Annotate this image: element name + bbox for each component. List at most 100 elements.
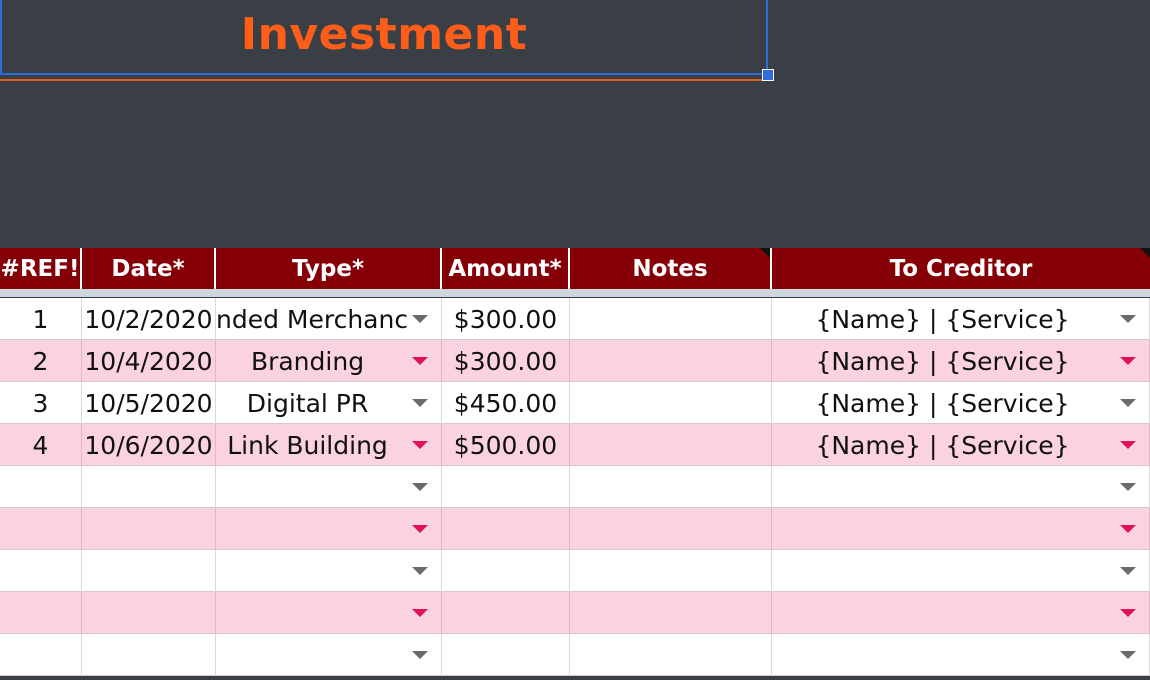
cell-num[interactable]: 4 bbox=[0, 424, 82, 466]
cell-amount[interactable]: $500.00 bbox=[442, 424, 570, 466]
cell-creditor[interactable] bbox=[772, 508, 1150, 550]
cell-creditor[interactable] bbox=[772, 592, 1150, 634]
cell-amount[interactable] bbox=[442, 634, 570, 676]
dropdown-arrow-icon[interactable] bbox=[1120, 525, 1136, 533]
cell-notes[interactable] bbox=[570, 382, 772, 424]
cell-date[interactable] bbox=[82, 634, 216, 676]
cell-date[interactable] bbox=[82, 466, 216, 508]
header-creditor[interactable]: To Creditor bbox=[772, 248, 1150, 289]
dropdown-arrow-icon[interactable] bbox=[412, 651, 428, 659]
cell-creditor[interactable]: {Name} | {Service} bbox=[772, 298, 1150, 340]
dropdown-arrow-icon[interactable] bbox=[1120, 609, 1136, 617]
cell-num[interactable] bbox=[0, 466, 82, 508]
cell-type[interactable]: nded Merchanc bbox=[216, 298, 442, 340]
cell-amount[interactable]: $300.00 bbox=[442, 340, 570, 382]
amount-value: $300.00 bbox=[453, 346, 558, 376]
num-value: 2 bbox=[32, 346, 49, 376]
dropdown-arrow-icon[interactable] bbox=[1120, 357, 1136, 365]
cell-creditor[interactable] bbox=[772, 550, 1150, 592]
selection-fill-handle[interactable] bbox=[762, 69, 774, 81]
type-value: Link Building bbox=[227, 430, 388, 460]
cell-amount[interactable]: $300.00 bbox=[442, 298, 570, 340]
table-row bbox=[0, 592, 1150, 634]
cell-amount[interactable] bbox=[442, 592, 570, 634]
cell-notes[interactable] bbox=[570, 508, 772, 550]
dropdown-arrow-icon[interactable] bbox=[412, 609, 428, 617]
cell-amount[interactable]: $450.00 bbox=[442, 382, 570, 424]
cell-num[interactable]: 3 bbox=[0, 382, 82, 424]
dropdown-arrow-icon[interactable] bbox=[412, 441, 428, 449]
amount-value: $450.00 bbox=[453, 388, 558, 418]
cell-notes[interactable] bbox=[570, 550, 772, 592]
header-ref[interactable]: #REF! bbox=[0, 248, 82, 289]
cell-date[interactable]: 10/6/2020 bbox=[82, 424, 216, 466]
cell-type[interactable] bbox=[216, 634, 442, 676]
cell-amount[interactable] bbox=[442, 466, 570, 508]
cell-date[interactable] bbox=[82, 592, 216, 634]
dropdown-arrow-icon[interactable] bbox=[412, 525, 428, 533]
cell-notes[interactable] bbox=[570, 340, 772, 382]
cell-type[interactable] bbox=[216, 592, 442, 634]
table-row: 3 10/5/2020 Digital PR $450.00 {Name} | {Ser… bbox=[0, 382, 1150, 424]
table-row: 2 10/4/2020 Branding $300.00 {Name} | {Servi… bbox=[0, 340, 1150, 382]
header-separator bbox=[0, 289, 1150, 297]
cell-num[interactable] bbox=[0, 550, 82, 592]
dropdown-arrow-icon[interactable] bbox=[412, 567, 428, 575]
cell-type[interactable]: Branding bbox=[216, 340, 442, 382]
cell-creditor[interactable]: {Name} | {Service} bbox=[772, 382, 1150, 424]
note-indicator-icon bbox=[1140, 248, 1150, 258]
dropdown-arrow-icon[interactable] bbox=[1120, 399, 1136, 407]
cell-date[interactable] bbox=[82, 508, 216, 550]
cell-num[interactable] bbox=[0, 634, 82, 676]
cell-creditor[interactable] bbox=[772, 466, 1150, 508]
date-value: 10/4/2020 bbox=[84, 346, 213, 376]
dropdown-arrow-icon[interactable] bbox=[412, 315, 428, 323]
header-type-label: Type* bbox=[291, 255, 365, 282]
type-value: Digital PR bbox=[246, 388, 369, 418]
dropdown-arrow-icon[interactable] bbox=[412, 483, 428, 491]
cell-notes[interactable] bbox=[570, 466, 772, 508]
cell-type[interactable]: Digital PR bbox=[216, 382, 442, 424]
table-header: #REF! Date* Type* Amount* Notes To Credi… bbox=[0, 248, 1150, 289]
cell-num[interactable]: 2 bbox=[0, 340, 82, 382]
cell-num[interactable] bbox=[0, 592, 82, 634]
date-value: 10/2/2020 bbox=[84, 304, 213, 334]
header-date-label: Date* bbox=[111, 255, 185, 282]
cell-creditor[interactable]: {Name} | {Service} bbox=[772, 424, 1150, 466]
table-row bbox=[0, 466, 1150, 508]
dropdown-arrow-icon[interactable] bbox=[412, 399, 428, 407]
cell-type[interactable] bbox=[216, 550, 442, 592]
cell-creditor[interactable] bbox=[772, 634, 1150, 676]
cell-type[interactable] bbox=[216, 508, 442, 550]
cell-date[interactable] bbox=[82, 550, 216, 592]
header-notes[interactable]: Notes bbox=[570, 248, 772, 289]
cell-type[interactable]: Link Building bbox=[216, 424, 442, 466]
dropdown-arrow-icon[interactable] bbox=[412, 357, 428, 365]
sheet-title: Investment bbox=[240, 9, 528, 60]
cell-num[interactable] bbox=[0, 508, 82, 550]
dropdown-arrow-icon[interactable] bbox=[1120, 483, 1136, 491]
cell-amount[interactable] bbox=[442, 550, 570, 592]
num-value: 4 bbox=[32, 430, 49, 460]
cell-notes[interactable] bbox=[570, 424, 772, 466]
header-date[interactable]: Date* bbox=[82, 248, 216, 289]
header-type[interactable]: Type* bbox=[216, 248, 442, 289]
cell-notes[interactable] bbox=[570, 298, 772, 340]
cell-type[interactable] bbox=[216, 466, 442, 508]
cell-notes[interactable] bbox=[570, 634, 772, 676]
cell-date[interactable]: 10/4/2020 bbox=[82, 340, 216, 382]
type-value: nded Merchanc bbox=[216, 304, 409, 334]
dropdown-arrow-icon[interactable] bbox=[1120, 567, 1136, 575]
cell-date[interactable]: 10/5/2020 bbox=[82, 382, 216, 424]
cell-creditor[interactable]: {Name} | {Service} bbox=[772, 340, 1150, 382]
dropdown-arrow-icon[interactable] bbox=[1120, 315, 1136, 323]
table-row bbox=[0, 634, 1150, 676]
title-cell[interactable]: Investment bbox=[0, 0, 768, 75]
cell-num[interactable]: 1 bbox=[0, 298, 82, 340]
cell-notes[interactable] bbox=[570, 592, 772, 634]
dropdown-arrow-icon[interactable] bbox=[1120, 441, 1136, 449]
cell-date[interactable]: 10/2/2020 bbox=[82, 298, 216, 340]
header-amount[interactable]: Amount* bbox=[442, 248, 570, 289]
cell-amount[interactable] bbox=[442, 508, 570, 550]
dropdown-arrow-icon[interactable] bbox=[1120, 651, 1136, 659]
